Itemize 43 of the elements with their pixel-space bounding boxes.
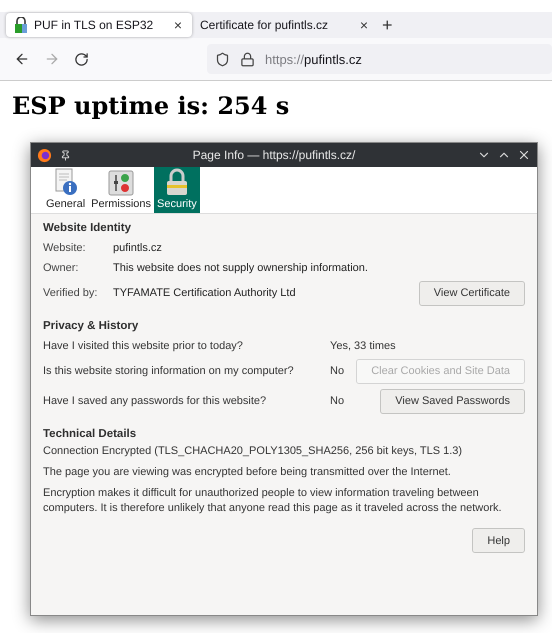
sliders-icon	[108, 170, 134, 196]
answer-text: Yes, 33 times	[330, 340, 397, 352]
dialog-button[interactable]: View Certificate	[418, 280, 525, 306]
browser-tab[interactable]: Certificate for pufintls.cz ×	[192, 12, 378, 38]
dialog-title: Page Info — https://pufintls.cz/	[192, 148, 356, 162]
url-host: pufintls.cz	[304, 52, 362, 66]
help-button[interactable]: Help	[472, 528, 525, 553]
field-label: Website:	[43, 242, 87, 254]
url-scheme: https://	[265, 52, 304, 66]
address-bar[interactable]: https://pufintls.cz	[207, 44, 552, 74]
field-value: TYFAMATE Certification Authority Ltd	[113, 287, 297, 299]
pin-icon[interactable]	[60, 150, 71, 160]
fox-logo-icon	[37, 148, 52, 162]
section-heading: Technical Details	[43, 428, 138, 440]
close-tab-button[interactable]: ×	[358, 17, 370, 33]
close-tab-button[interactable]: ×	[172, 17, 184, 33]
new-tab-button[interactable]: +	[382, 14, 393, 36]
dialog-tab[interactable]: Security	[154, 167, 200, 213]
browser-tab[interactable]: PUF in TLS on ESP32 ×	[6, 13, 192, 37]
detail-text: The page you are viewing was encrypted before being transmitted over the Internet.	[43, 465, 452, 480]
field-value: This website does not supply ownership information.	[113, 262, 369, 274]
field-label: Verified by:	[43, 287, 98, 299]
reload-icon[interactable]	[74, 52, 89, 66]
answer-text: No	[330, 365, 346, 377]
field-label: Owner:	[43, 262, 80, 274]
dialog-button[interactable]: View Saved Passwords	[380, 388, 525, 414]
section-heading: Privacy & History	[43, 320, 140, 332]
detail-text: Encryption makes it difficult for unauthorized people to view information traveling between computers. It is therefore unlikely that anyone read this page as it traveled across the network.	[43, 486, 503, 516]
question-text: Have I saved any passwords for this website?	[43, 395, 268, 407]
question-text: Have I visited this website prior to today?	[43, 340, 244, 352]
answer-text: No	[330, 395, 346, 407]
dialog-tab[interactable]: General	[43, 167, 88, 213]
question-text: Is this website storing information on my computer?	[43, 365, 295, 377]
shield-icon[interactable]	[215, 52, 230, 66]
back-icon[interactable]	[14, 51, 30, 67]
close-icon[interactable]	[517, 148, 531, 162]
page-heading: ESP uptime is: 254 s	[12, 91, 290, 120]
lock-icon[interactable]	[240, 52, 255, 66]
section-heading: Website Identity	[43, 222, 132, 234]
padlock-icon	[14, 17, 28, 33]
dialog-tab[interactable]: Permissions	[88, 167, 154, 213]
detail-text: Connection Encrypted (TLS_CHACHA20_POLY1305_SHA256, 256 bit keys, TLS 1.3)	[43, 444, 464, 459]
field-value: pufintls.cz	[113, 242, 163, 254]
